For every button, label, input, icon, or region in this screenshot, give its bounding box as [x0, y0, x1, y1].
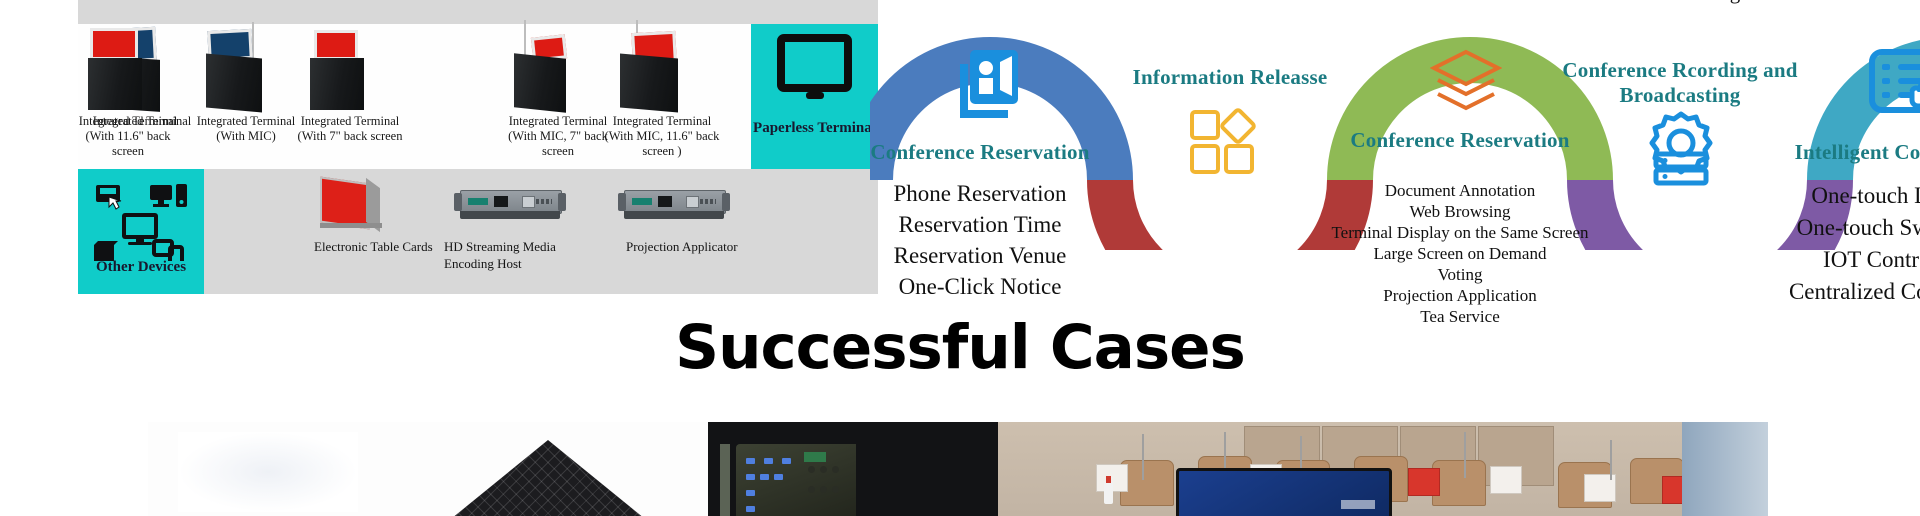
stage-item: Document Annotation — [1384, 181, 1536, 200]
book-presentation-icon — [960, 50, 1018, 118]
panel-edge — [720, 444, 730, 516]
status-indicator — [804, 452, 826, 462]
terminal-caption: Integrated Terminal (With 11.6" back scr… — [78, 114, 178, 158]
successful-cases-title: Successful Cases — [675, 312, 1246, 383]
case-photo-2 — [708, 422, 998, 516]
gear-server-icon — [1649, 111, 1713, 186]
terminal-item-4: Integrated Terminal (With 11.6" back scr… — [78, 24, 178, 158]
stage-item: One-Click Notice — [898, 274, 1062, 299]
terminal-item-6: Integrated Terminal (With MIC, 11.6" bac… — [605, 20, 719, 158]
paperless-terminal-label: Paperless Terminal — [753, 120, 876, 136]
stage-item: Web Browsing — [1409, 202, 1511, 221]
conference-feature-wave-diagram: Conference Reservation Phone Reservation… — [870, 0, 1920, 326]
terminal-item-5: Integrated Terminal (With MIC, 7" back s… — [508, 20, 608, 158]
stage-item: Centralized Control — [1788, 279, 1920, 304]
stage-item: Reservation Time — [898, 212, 1062, 237]
integrated-terminal-116in-icon — [78, 24, 178, 112]
case-photo-strip — [148, 422, 1768, 516]
stage-title-4: Conference Rcording and Broadcasting — [1562, 58, 1798, 107]
stage-item: One-touch Switch — [1796, 215, 1920, 240]
stage-items-3: Document Annotation Web Browsing Termina… — [1290, 180, 1630, 327]
terminal-caption: Integrated Terminal (With MIC, 7" back s… — [508, 114, 608, 158]
stage-item: Terminal Display on the Same Screen — [1331, 223, 1589, 242]
terminal-caption: Integrated Terminal (With 7" back screen — [297, 114, 403, 143]
stage-item: IOT Control — [1823, 247, 1920, 272]
stage-title-3-text: Conference Reservation — [1350, 128, 1570, 152]
monitor-icon — [777, 34, 852, 99]
stage-items-1: Phone Reservation Reservation Time Reser… — [850, 178, 1110, 302]
integrated-terminal-mic-7in-icon — [508, 20, 608, 113]
stage-items-5: One-touch Lift One-touch Switch IOT Cont… — [1740, 180, 1920, 308]
projection-applicator-caption: Projection Applicator — [626, 239, 738, 254]
slide-page: Sever Intelligent Conference Document Ma… — [0, 0, 1920, 516]
terminal-item-2: Integrated Terminal (With MIC) — [196, 22, 296, 143]
stage-title-5: Intelligent Control — [1794, 140, 1920, 164]
electronic-table-card-icon — [320, 176, 382, 233]
wave-top-text-2: Conference Rcording and Broadcasting Vid… — [1510, 0, 1850, 7]
laptop-screen — [1176, 468, 1392, 516]
squares-diamond-icon — [1190, 108, 1256, 174]
case-photo-3 — [998, 422, 1768, 516]
integrated-terminal-7in-icon — [300, 24, 400, 112]
electronic-table-cards-caption: Electronic Table Cards — [314, 239, 433, 254]
product-lineup-panel: Sever Intelligent Conference Document Ma… — [78, 0, 878, 294]
window-blind — [1682, 422, 1768, 516]
terminal-caption: Integrated Terminal (With MIC, 11.6" bac… — [604, 114, 720, 158]
other-devices-block: Other Devices — [78, 169, 204, 294]
hd-streaming-host-icon — [454, 190, 566, 220]
stage-item: Reservation Venue — [893, 243, 1067, 268]
hd-streaming-host-caption: HD Streaming Media Encoding Host — [444, 239, 556, 271]
checklist-touch-icon — [1869, 49, 1920, 113]
photo-glow — [178, 432, 358, 512]
stage-item: Projection Application — [1383, 286, 1537, 305]
stage-item: One-touch Lift — [1811, 183, 1920, 208]
top-text-line: Video Sharing — [1510, 0, 1850, 7]
laptop-logo — [1341, 500, 1375, 509]
integrated-terminal-mic-icon — [196, 22, 296, 113]
stage-item: Large Screen on Demand — [1373, 244, 1547, 263]
device-cluster-icon — [94, 184, 187, 261]
layers-stack-icon — [1430, 49, 1502, 111]
terminal-item-3: Integrated Terminal (With 7" back screen — [298, 24, 402, 143]
stage-item: Voting — [1437, 265, 1483, 284]
stage-item: Phone Reservation — [893, 181, 1067, 206]
stage-title-1: Conference Reservation — [870, 140, 1090, 164]
stage-title-2: Information Releasse — [1132, 65, 1328, 89]
projection-applicator-icon — [618, 190, 730, 220]
case-photo-1 — [148, 422, 708, 516]
stage-title-3: Conference Reservation — [1325, 128, 1595, 153]
integrated-terminal-mic-116in-icon — [612, 20, 712, 113]
other-devices-label: Other Devices — [95, 259, 187, 275]
terminal-caption: Integrated Terminal (With MIC) — [196, 114, 296, 143]
